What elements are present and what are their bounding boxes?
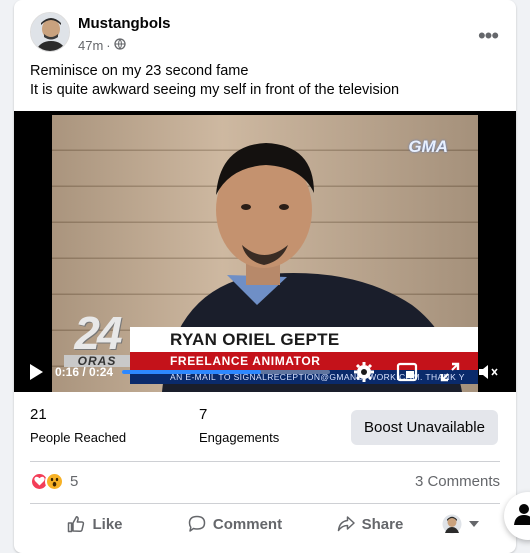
post-time[interactable]: 47m (78, 38, 103, 53)
people-reached-label: People Reached (30, 430, 127, 445)
show-number: 24 (74, 307, 122, 359)
comment-button[interactable]: Comment (160, 507, 310, 541)
like-label: Like (92, 515, 123, 533)
picture-in-picture-icon[interactable] (395, 360, 419, 384)
video-frame: GMA 24 ORAS RYAN ORIEL GEPTE FREELANCE A… (52, 115, 478, 392)
post-caption: Reminisce on my 23 second fame It is qui… (30, 62, 500, 100)
comment-icon (188, 515, 206, 533)
settings-gear-icon[interactable] (352, 360, 376, 384)
caption-line: It is quite awkward seeing my self in fr… (30, 82, 400, 98)
post-meta: 47m · (78, 38, 126, 53)
person-icon (514, 503, 530, 530)
share-button[interactable]: Share (310, 507, 430, 541)
comments-count[interactable]: 3 Comments (415, 473, 500, 490)
profile-selector[interactable] (430, 507, 490, 541)
share-label: Share (361, 515, 404, 533)
engagements-value: 7 (199, 406, 208, 423)
lower-third-name: RYAN ORIEL GEPTE (130, 327, 478, 352)
reactions-summary[interactable]: 5 (30, 470, 78, 492)
share-icon (337, 515, 355, 533)
profile-mini-avatar (442, 514, 462, 534)
author-name[interactable]: Mustangbols (78, 15, 171, 32)
divider (30, 503, 500, 504)
caption-line: Reminisce on my 23 second fame (30, 63, 249, 79)
people-reached-value: 21 (30, 406, 47, 423)
engagements-label: Engagements (199, 430, 280, 445)
divider (30, 461, 500, 462)
post-card: Mustangbols 47m · ••• Reminisce on my 23… (14, 0, 516, 553)
insights-row: 21 People Reached 7 Engagements Boost Un… (14, 393, 516, 455)
channel-logo: GMA (408, 137, 448, 156)
post-header: Mustangbols 47m · ••• (30, 12, 500, 56)
author-avatar[interactable] (30, 12, 70, 52)
play-icon[interactable] (28, 363, 44, 381)
video-progress-fill (122, 370, 261, 374)
more-options-icon[interactable]: ••• (470, 18, 506, 54)
like-button[interactable]: Like (30, 507, 160, 541)
video-time: 0:16 / 0:24 (55, 365, 114, 379)
thumbs-up-icon (67, 515, 85, 533)
comment-label: Comment (212, 515, 283, 533)
fullscreen-icon[interactable] (438, 360, 462, 384)
reaction-count: 5 (70, 472, 79, 490)
volume-muted-icon[interactable] (476, 360, 500, 384)
boost-button[interactable]: Boost Unavailable (351, 410, 498, 445)
meta-separator: · (106, 38, 111, 53)
globe-icon[interactable] (113, 38, 126, 53)
chevron-down-icon (468, 521, 479, 527)
video-player[interactable]: GMA 24 ORAS RYAN ORIEL GEPTE FREELANCE A… (14, 111, 516, 392)
video-controls: 0:16 / 0:24 (14, 354, 516, 392)
video-progress-track[interactable] (122, 370, 330, 374)
post-actions: Like Comment Share (30, 506, 500, 542)
wow-reaction-icon (45, 471, 64, 491)
